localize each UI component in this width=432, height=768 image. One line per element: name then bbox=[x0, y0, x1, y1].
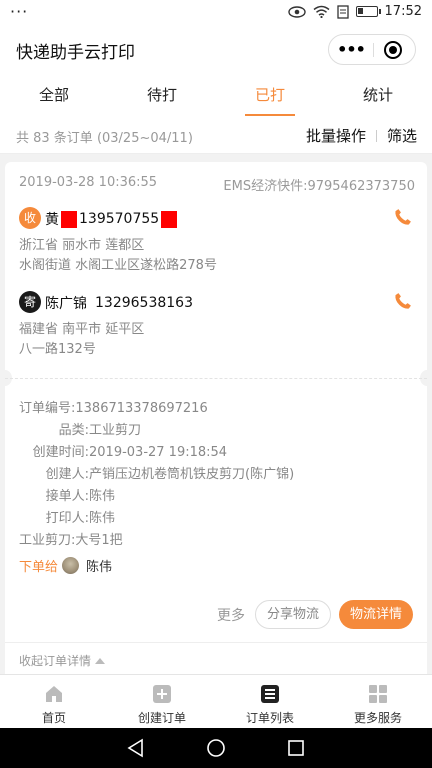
status-icons: 17:52 bbox=[287, 4, 422, 19]
sender-address-line1: 福建省 南平市 延平区 bbox=[19, 322, 145, 337]
batch-operation-button[interactable]: 批量操作 bbox=[306, 125, 366, 146]
sender-block: 寄 陈广锦 13296538163 福建省 南平市 延平区 八一路132号 bbox=[19, 291, 419, 361]
recents-icon[interactable] bbox=[286, 738, 306, 758]
logistics-detail-button[interactable]: 物流详情 bbox=[338, 600, 413, 629]
close-miniprogram-button[interactable] bbox=[384, 41, 402, 59]
bottom-tab-create-order-label: 创建订单 bbox=[137, 711, 186, 725]
bottom-tab-order-list-label: 订单列表 bbox=[245, 711, 294, 725]
detail-receiver-value: 陈伟 bbox=[89, 489, 116, 504]
detail-receiver-label: 接单人: bbox=[45, 489, 89, 504]
sender-name: 陈广锦 13296538163 bbox=[45, 293, 193, 313]
sender-address-line2: 八一路132号 bbox=[19, 342, 96, 357]
page-title: 快递助手云打印 bbox=[16, 43, 135, 63]
sender-phone: 13296538163 bbox=[95, 295, 193, 311]
tab-pending[interactable]: 待打 bbox=[108, 72, 216, 118]
bottom-tab-bar: 首页 创建订单 订单列表 更多服务 bbox=[0, 674, 432, 728]
detail-items: 工业剪刀:大号1把 bbox=[19, 530, 294, 552]
status-time: 17:52 bbox=[384, 4, 422, 19]
assign-label: 下单给 bbox=[19, 560, 59, 575]
detail-order-no-label: 订单编号: bbox=[19, 401, 76, 416]
detail-category: 品类:工业剪刀 bbox=[19, 420, 294, 442]
receiver-name: 黄 139570755 bbox=[45, 209, 178, 229]
caret-up-icon bbox=[95, 658, 106, 664]
assign-to-name: 陈伟 bbox=[86, 560, 113, 575]
detail-printer: 打印人:陈伟 bbox=[19, 508, 294, 530]
tracking-number: EMS经济快件:9795462373750 bbox=[223, 179, 415, 194]
bottom-tab-more-services[interactable]: 更多服务 bbox=[324, 675, 432, 728]
receiver-block: 收 黄 139570755 浙江省 丽水市 莲都区 水阁街道 水阁工业区遂松路2… bbox=[19, 207, 419, 277]
capsule-divider bbox=[373, 43, 374, 57]
tab-printed[interactable]: 已打 bbox=[216, 72, 324, 118]
receiver-badge: 收 bbox=[19, 207, 41, 229]
status-bar: ··· 17:52 bbox=[0, 0, 432, 26]
receiver-name-prefix: 黄 bbox=[45, 212, 59, 228]
receiver-address-line2: 水阁街道 水阁工业区遂松路278号 bbox=[19, 258, 217, 273]
filter-button[interactable]: 筛选 bbox=[387, 125, 417, 146]
detail-created-label: 创建时间: bbox=[32, 445, 89, 460]
order-summary-bar: 共 83 条订单 (03/25~04/11) 批量操作 筛选 bbox=[0, 118, 432, 154]
detail-created-value: 2019-03-27 19:18:54 bbox=[89, 445, 228, 460]
home-icon bbox=[46, 686, 62, 702]
detail-receiver: 接单人:陈伟 bbox=[19, 486, 294, 508]
assign-row: 下单给 陈伟 bbox=[19, 556, 112, 575]
sender-badge: 寄 bbox=[19, 291, 41, 313]
detail-printer-label: 打印人: bbox=[45, 511, 89, 526]
back-icon[interactable] bbox=[126, 738, 146, 758]
title-bar: 快递助手云打印 ••• bbox=[0, 26, 432, 72]
sender-name-text: 陈广锦 bbox=[45, 296, 87, 312]
document-icon bbox=[336, 4, 349, 19]
order-details: 订单编号:1386713378697216 品类:工业剪刀 创建时间:2019-… bbox=[19, 398, 294, 552]
more-button[interactable]: 更多 bbox=[217, 605, 245, 625]
sender-address: 福建省 南平市 延平区 八一路132号 bbox=[19, 320, 144, 360]
avatar bbox=[62, 557, 80, 574]
detail-printer-value: 陈伟 bbox=[89, 511, 116, 526]
detail-order-no-value: 1386713378697216 bbox=[75, 401, 208, 416]
wifi-icon bbox=[313, 5, 329, 18]
order-status-tabs: 全部 待打 已打 统计 bbox=[0, 72, 432, 118]
detail-creator-value: 产销压边机卷筒机铁皮剪刀(陈广锦) bbox=[89, 467, 295, 482]
collapse-order-details[interactable]: 收起订单详情 bbox=[5, 642, 427, 674]
summary-actions: 批量操作 筛选 bbox=[306, 125, 417, 146]
status-dots: ··· bbox=[10, 2, 29, 21]
tab-all[interactable]: 全部 bbox=[0, 72, 108, 118]
redaction-block bbox=[161, 210, 178, 228]
order-datetime: 2019-03-28 10:36:55 bbox=[19, 175, 158, 190]
detail-category-label: 品类: bbox=[58, 423, 89, 438]
bottom-tab-more-services-label: 更多服务 bbox=[353, 711, 402, 725]
sender-phone-icon[interactable] bbox=[393, 291, 413, 311]
bottom-tab-create-order[interactable]: 创建订单 bbox=[108, 675, 216, 728]
system-navigation-bar bbox=[0, 728, 432, 768]
grid-icon bbox=[369, 685, 387, 703]
detail-category-value: 工业剪刀 bbox=[89, 423, 142, 438]
mini-program-capsule: ••• bbox=[328, 34, 416, 65]
order-card: 2019-03-28 10:36:55 EMS经济快件:979546237375… bbox=[5, 162, 427, 674]
more-menu-button[interactable]: ••• bbox=[329, 35, 373, 64]
order-list-icon bbox=[261, 685, 279, 703]
receiver-phone-icon[interactable] bbox=[393, 207, 413, 227]
share-logistics-button[interactable]: 分享物流 bbox=[254, 600, 331, 629]
tab-stats[interactable]: 统计 bbox=[324, 72, 432, 118]
actions-divider bbox=[375, 129, 377, 142]
detail-creator-label: 创建人: bbox=[45, 467, 89, 482]
bottom-tab-order-list[interactable]: 订单列表 bbox=[216, 675, 324, 728]
order-action-buttons: 更多 分享物流 物流详情 bbox=[217, 600, 413, 629]
detail-creator: 创建人:产销压边机卷筒机铁皮剪刀(陈广锦) bbox=[19, 464, 295, 486]
collapse-label: 收起订单详情 bbox=[19, 654, 92, 668]
receiver-phone: 139570755 bbox=[79, 211, 160, 227]
add-order-icon bbox=[153, 685, 171, 703]
order-count: 共 83 条订单 (03/25~04/11) bbox=[16, 131, 193, 146]
dashed-divider bbox=[5, 378, 427, 379]
detail-items-value: 工业剪刀:大号1把 bbox=[19, 533, 123, 548]
receiver-address: 浙江省 丽水市 莲都区 水阁街道 水阁工业区遂松路278号 bbox=[19, 236, 217, 276]
redaction-block bbox=[61, 210, 77, 228]
bottom-tab-home[interactable]: 首页 bbox=[0, 675, 108, 728]
bottom-tab-home-label: 首页 bbox=[41, 711, 66, 725]
detail-order-no: 订单编号:1386713378697216 bbox=[19, 398, 294, 420]
home-circle-icon[interactable] bbox=[206, 738, 226, 758]
detail-created: 创建时间:2019-03-27 19:18:54 bbox=[19, 442, 294, 464]
battery-icon bbox=[355, 6, 381, 17]
receiver-address-line1: 浙江省 丽水市 莲都区 bbox=[19, 238, 145, 253]
eye-icon bbox=[287, 5, 306, 18]
